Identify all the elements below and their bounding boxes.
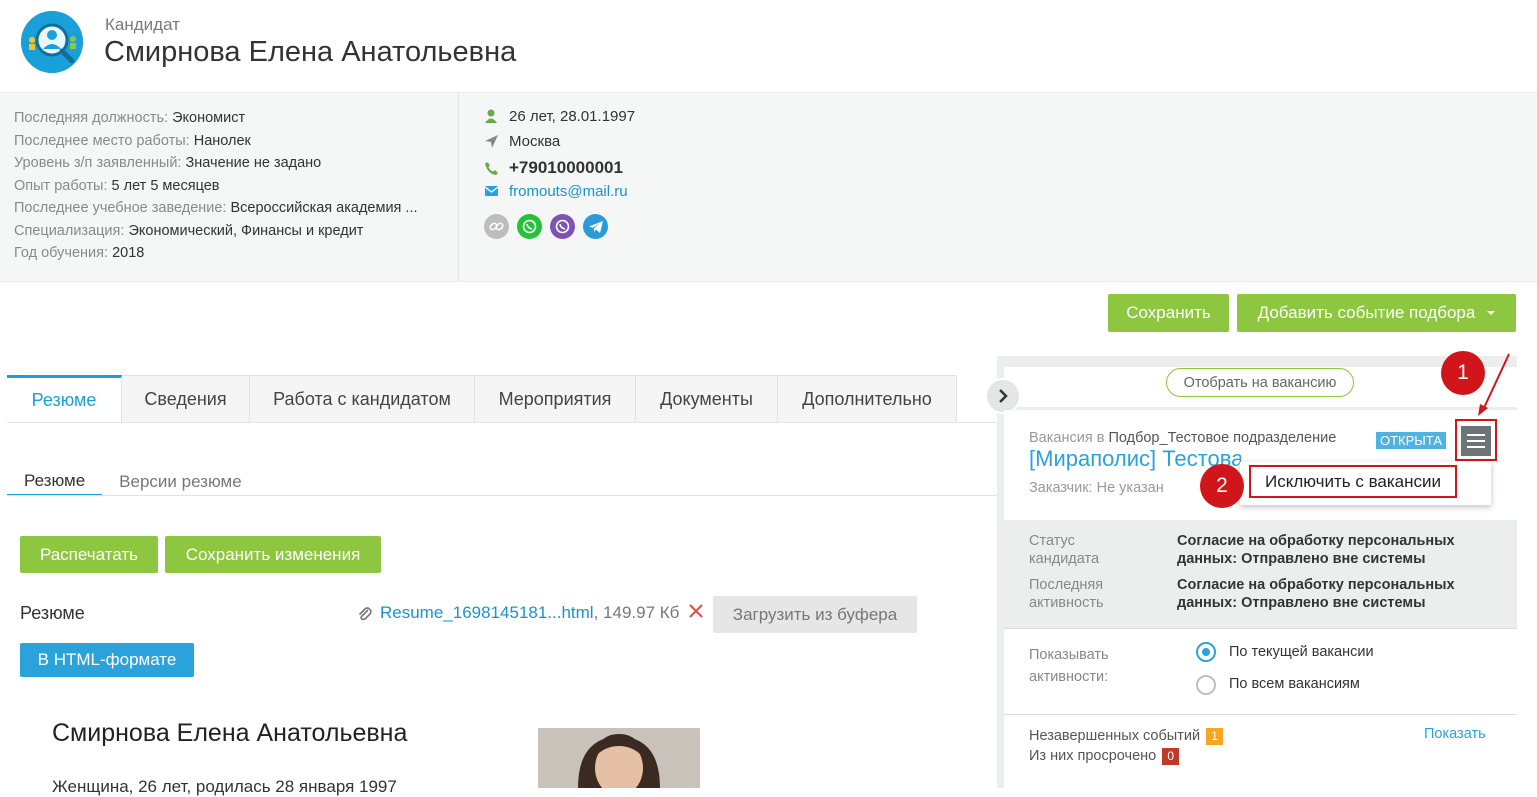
subtab-resume-versions[interactable]: Версии резюме <box>102 468 259 495</box>
link-icon[interactable] <box>484 214 509 239</box>
radio-all-vacancies[interactable] <box>1196 675 1216 695</box>
candidate-name: Смирнова Елена Анатольевна <box>104 36 517 68</box>
phone-icon <box>484 161 498 175</box>
resume-file-link[interactable]: Resume_1698145181...html <box>380 603 594 622</box>
resume-file: Resume_1698145181...html, 149.97 Кб <box>380 603 679 623</box>
callout-badge-1: 1 <box>1441 351 1485 395</box>
info-last-workplace: Последнее место работы: Нанолек <box>14 132 251 149</box>
viber-icon[interactable] <box>550 214 575 239</box>
resume-file-size: , 149.97 Кб <box>593 603 680 622</box>
subtab-resume[interactable]: Резюме <box>7 468 103 496</box>
activity-value: Согласие на обработку персональных данны… <box>1177 577 1455 611</box>
messenger-links <box>484 214 608 239</box>
select-to-vacancy-button[interactable]: Отобрать на вакансию <box>1166 368 1354 397</box>
paperclip-icon <box>356 604 372 622</box>
unfinished-count-badge: 1 <box>1206 727 1224 745</box>
tab-candidate-work[interactable]: Работа с кандидатом <box>250 375 475 423</box>
tab-info[interactable]: Сведения <box>122 375 250 423</box>
status-label: Статус кандидата <box>1029 533 1100 567</box>
tab-resume[interactable]: Резюме <box>7 375 122 423</box>
info-divider <box>458 93 459 281</box>
candidate-photo <box>538 728 700 788</box>
tab-documents[interactable]: Документы <box>636 375 778 423</box>
info-specialization: Специализация: Экономический, Финансы и … <box>14 222 364 239</box>
info-education: Последнее учебное заведение: Всероссийск… <box>14 200 418 216</box>
person-icon <box>484 109 498 123</box>
print-button[interactable]: Распечатать <box>20 536 158 573</box>
add-event-dropdown-button[interactable]: Добавить событие подбора <box>1237 294 1516 332</box>
vacancy-customer: Заказчик: Не указан <box>1029 480 1164 496</box>
candidate-kind-label: Кандидат <box>105 15 180 34</box>
panel-toggle-chevron-icon[interactable] <box>985 378 1021 414</box>
tab-additional[interactable]: Дополнительно <box>778 375 957 423</box>
contact-email[interactable]: fromouts@mail.ru <box>484 180 628 202</box>
separator <box>1004 714 1517 715</box>
show-activities-label: Показывать активности: <box>1029 647 1109 685</box>
save-changes-button[interactable]: Сохранить изменения <box>165 536 381 573</box>
caret-down-icon <box>1487 311 1496 315</box>
menu-highlight-frame <box>1455 419 1497 461</box>
html-format-button[interactable]: В HTML-формате <box>20 643 194 677</box>
subtabs-divider <box>7 495 997 496</box>
callout-badge-2: 2 <box>1200 464 1244 508</box>
location-arrow-icon <box>484 134 498 148</box>
vacancy-status-badge: ОТКРЫТА <box>1376 432 1446 449</box>
resume-doc-line: Женщина, 26 лет, родилась 28 января 1997 <box>52 777 397 796</box>
info-experience: Опыт работы: 5 лет 5 месяцев <box>14 177 220 194</box>
contact-birth: 26 лет, 28.01.1997 <box>484 105 635 127</box>
activity-label: Последняя активность <box>1029 577 1104 611</box>
overdue-count-badge: 0 <box>1162 747 1180 765</box>
tabs-divider <box>7 422 997 423</box>
resume-subtabs: Резюме Версии резюме <box>7 468 259 496</box>
info-salary: Уровень з/п заявленный: Значение не зада… <box>14 155 322 171</box>
unfinished-events: Незавершенных событий 1 Из них просрочено… <box>1029 726 1224 766</box>
whatsapp-icon[interactable] <box>517 214 542 239</box>
radio-current-vacancy[interactable] <box>1196 642 1216 662</box>
radio-current-vacancy-label[interactable]: По текущей вакансии <box>1229 644 1374 660</box>
resume-doc-name: Смирнова Елена Анатольевна <box>52 719 408 747</box>
save-button[interactable]: Сохранить <box>1108 294 1229 332</box>
telegram-icon[interactable] <box>583 214 608 239</box>
delete-file-icon[interactable] <box>689 604 703 618</box>
exclude-from-vacancy-item[interactable]: Исключить с вакансии <box>1249 465 1457 498</box>
show-events-link[interactable]: Показать <box>1424 726 1486 742</box>
resume-field-label: Резюме <box>20 603 85 623</box>
contact-city: Москва <box>484 130 560 152</box>
info-study-year: Год обучения: 2018 <box>14 245 145 261</box>
separator <box>1004 628 1517 629</box>
status-value: Согласие на обработку персональных данны… <box>1177 533 1455 567</box>
load-from-buffer-button[interactable]: Загрузить из буфера <box>713 596 917 633</box>
radio-all-vacancies-label[interactable]: По всем вакансиям <box>1229 676 1360 692</box>
main-tabs: Резюме Сведения Работа с кандидатом Меро… <box>7 375 957 423</box>
tab-events[interactable]: Мероприятия <box>475 375 636 423</box>
mail-icon <box>484 186 498 196</box>
vacancy-department: Вакансия в Подбор_Тестовое подразделение <box>1029 430 1337 446</box>
info-last-position: Последняя должность: Экономист <box>14 110 246 126</box>
contact-phone[interactable]: +79010000001 <box>484 157 623 179</box>
candidate-logo-icon <box>21 11 83 73</box>
candidate-summary: Последняя должность: Экономист Последнее… <box>14 107 444 265</box>
